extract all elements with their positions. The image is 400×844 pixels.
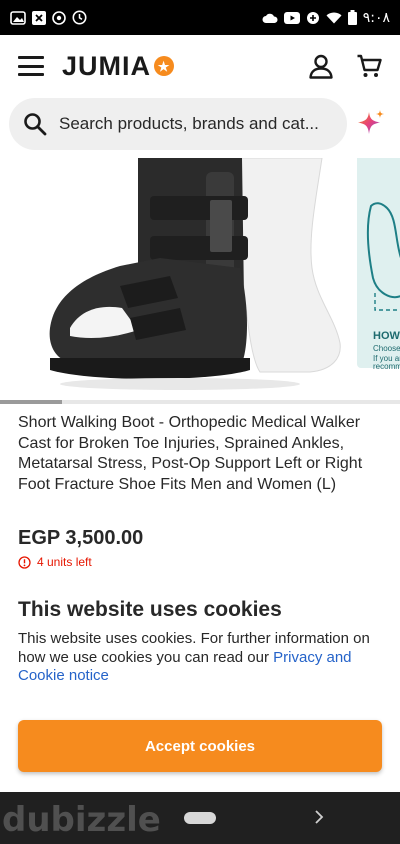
battery-saver-icon [306,11,319,24]
clock-icon [72,10,87,25]
logo-text: JUMIA [62,50,152,81]
jumia-logo[interactable]: JUMIA ★ [62,50,175,82]
gallery-icon [10,10,26,25]
cart-icon[interactable] [356,53,382,79]
search-row: Search products, brands and cat... [0,98,400,150]
product-image[interactable] [10,158,348,396]
cookie-banner: This website uses cookies This website u… [0,586,400,792]
accept-cookies-button[interactable]: Accept cookies [18,720,382,772]
account-icon[interactable] [308,53,334,79]
youtube-icon [283,11,300,24]
battery-icon [347,10,357,25]
product-gallery[interactable]: HOW Choose If you ar recomm [0,158,400,398]
app-header: JUMIA ★ [0,35,400,97]
status-left-icons [10,10,87,25]
second-image-line: recomm [373,362,400,371]
close-icon [32,10,46,25]
sparkle-icon[interactable] [355,108,387,140]
status-right-icons: ٩:٠٨ [262,10,390,26]
logo-star-icon: ★ [154,56,175,76]
header-actions [308,53,382,79]
stock-text: 4 units left [37,555,92,569]
alert-icon [18,555,31,569]
cookie-text: This website uses cookies. For further i… [18,630,382,686]
gallery-progress-indicator [0,400,62,404]
cloud-icon [262,13,278,23]
product-image-next[interactable]: HOW Choose If you ar recomm [357,158,400,371]
chevron-right-icon[interactable] [312,806,326,828]
status-bar: ٩:٠٨ [0,0,400,35]
second-image-heading: HOW [373,330,400,342]
home-gesture-pill[interactable] [184,812,216,824]
dubizzle-watermark: dubizzle [2,800,161,840]
search-icon [24,113,47,136]
second-image-line: Choose [373,344,400,353]
walking-boot-image [49,158,341,390]
product-price: EGP 3,500.00 [18,527,144,549]
whatsapp-icon [52,10,66,25]
product-title: Short Walking Boot - Orthopedic Medical … [18,414,363,493]
search-input[interactable]: Search products, brands and cat... [9,98,347,150]
menu-icon[interactable] [18,56,44,76]
cookie-title: This website uses cookies [18,598,282,621]
wifi-icon [326,12,342,23]
status-time: ٩:٠٨ [362,9,390,26]
stock-status: 4 units left [18,555,92,569]
search-placeholder: Search products, brands and cat... [59,114,319,133]
